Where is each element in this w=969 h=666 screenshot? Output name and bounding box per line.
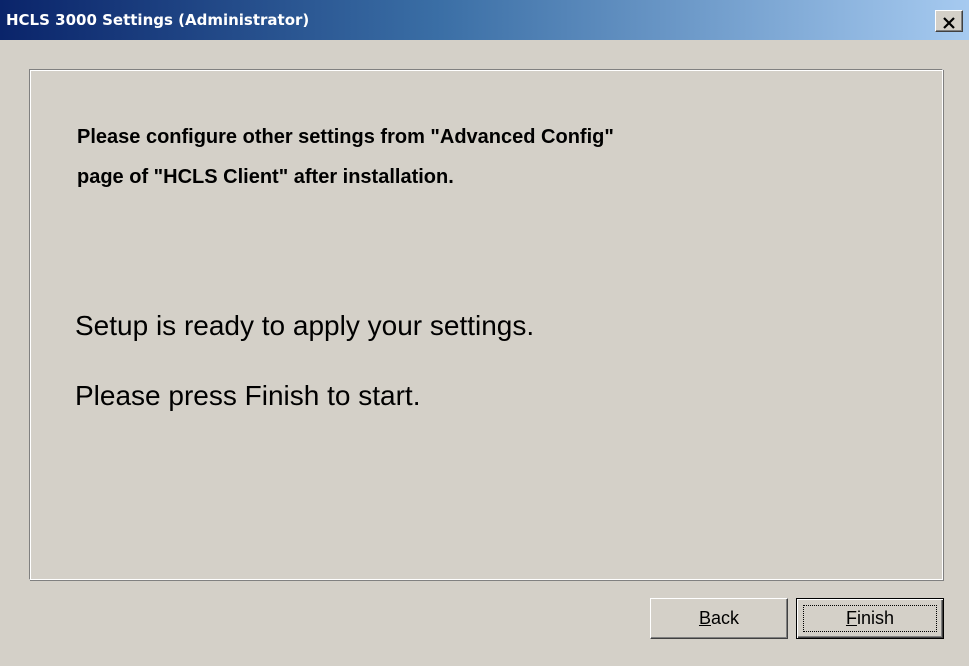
config-instructions: Please configure other settings from "Ad…: [77, 117, 897, 197]
setup-dialog: HCLS 3000 Settings (Administrator) Pleas…: [0, 0, 969, 666]
finish-mnemonic: F: [845, 608, 857, 628]
title-bar[interactable]: HCLS 3000 Settings (Administrator): [0, 0, 969, 40]
config-instructions-line-1: Please configure other settings from "Ad…: [77, 126, 614, 148]
close-icon: [943, 17, 955, 29]
back-button[interactable]: Back: [650, 598, 788, 639]
config-instructions-line-2: page of "HCLS Client" after installation…: [77, 166, 454, 188]
close-button[interactable]: [935, 10, 963, 32]
content-panel: Please configure other settings from "Ad…: [29, 69, 943, 580]
ready-message: Setup is ready to apply your settings.: [75, 310, 535, 341]
press-finish-message: Please press Finish to start.: [75, 380, 421, 411]
finish-button-label: Finish: [846, 608, 894, 628]
finish-label-rest: inish: [856, 608, 895, 628]
back-mnemonic: B: [698, 608, 711, 628]
back-button-label: Back: [699, 608, 739, 628]
finish-button[interactable]: Finish: [796, 598, 944, 639]
window-title: HCLS 3000 Settings (Administrator): [6, 11, 310, 29]
back-label-rest: ack: [711, 608, 740, 628]
